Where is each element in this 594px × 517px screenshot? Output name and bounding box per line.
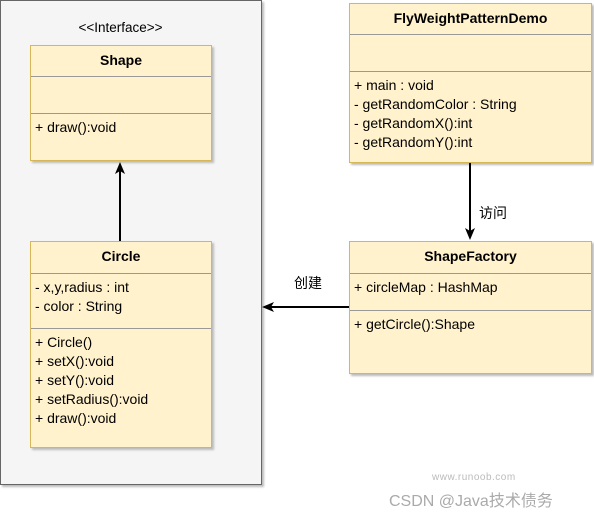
edge-label-create: 创建 xyxy=(294,275,322,291)
connectors xyxy=(115,162,475,312)
watermark-site: www.runoob.com xyxy=(432,472,516,483)
edge-label-visit: 访问 xyxy=(479,205,507,221)
arrow-demo-to-factory xyxy=(465,163,475,240)
watermark-csdn: CSDN @Java技术债务 xyxy=(389,493,553,510)
arrow-circle-implements-shape xyxy=(115,162,125,241)
arrow-factory-to-circle xyxy=(262,302,349,312)
